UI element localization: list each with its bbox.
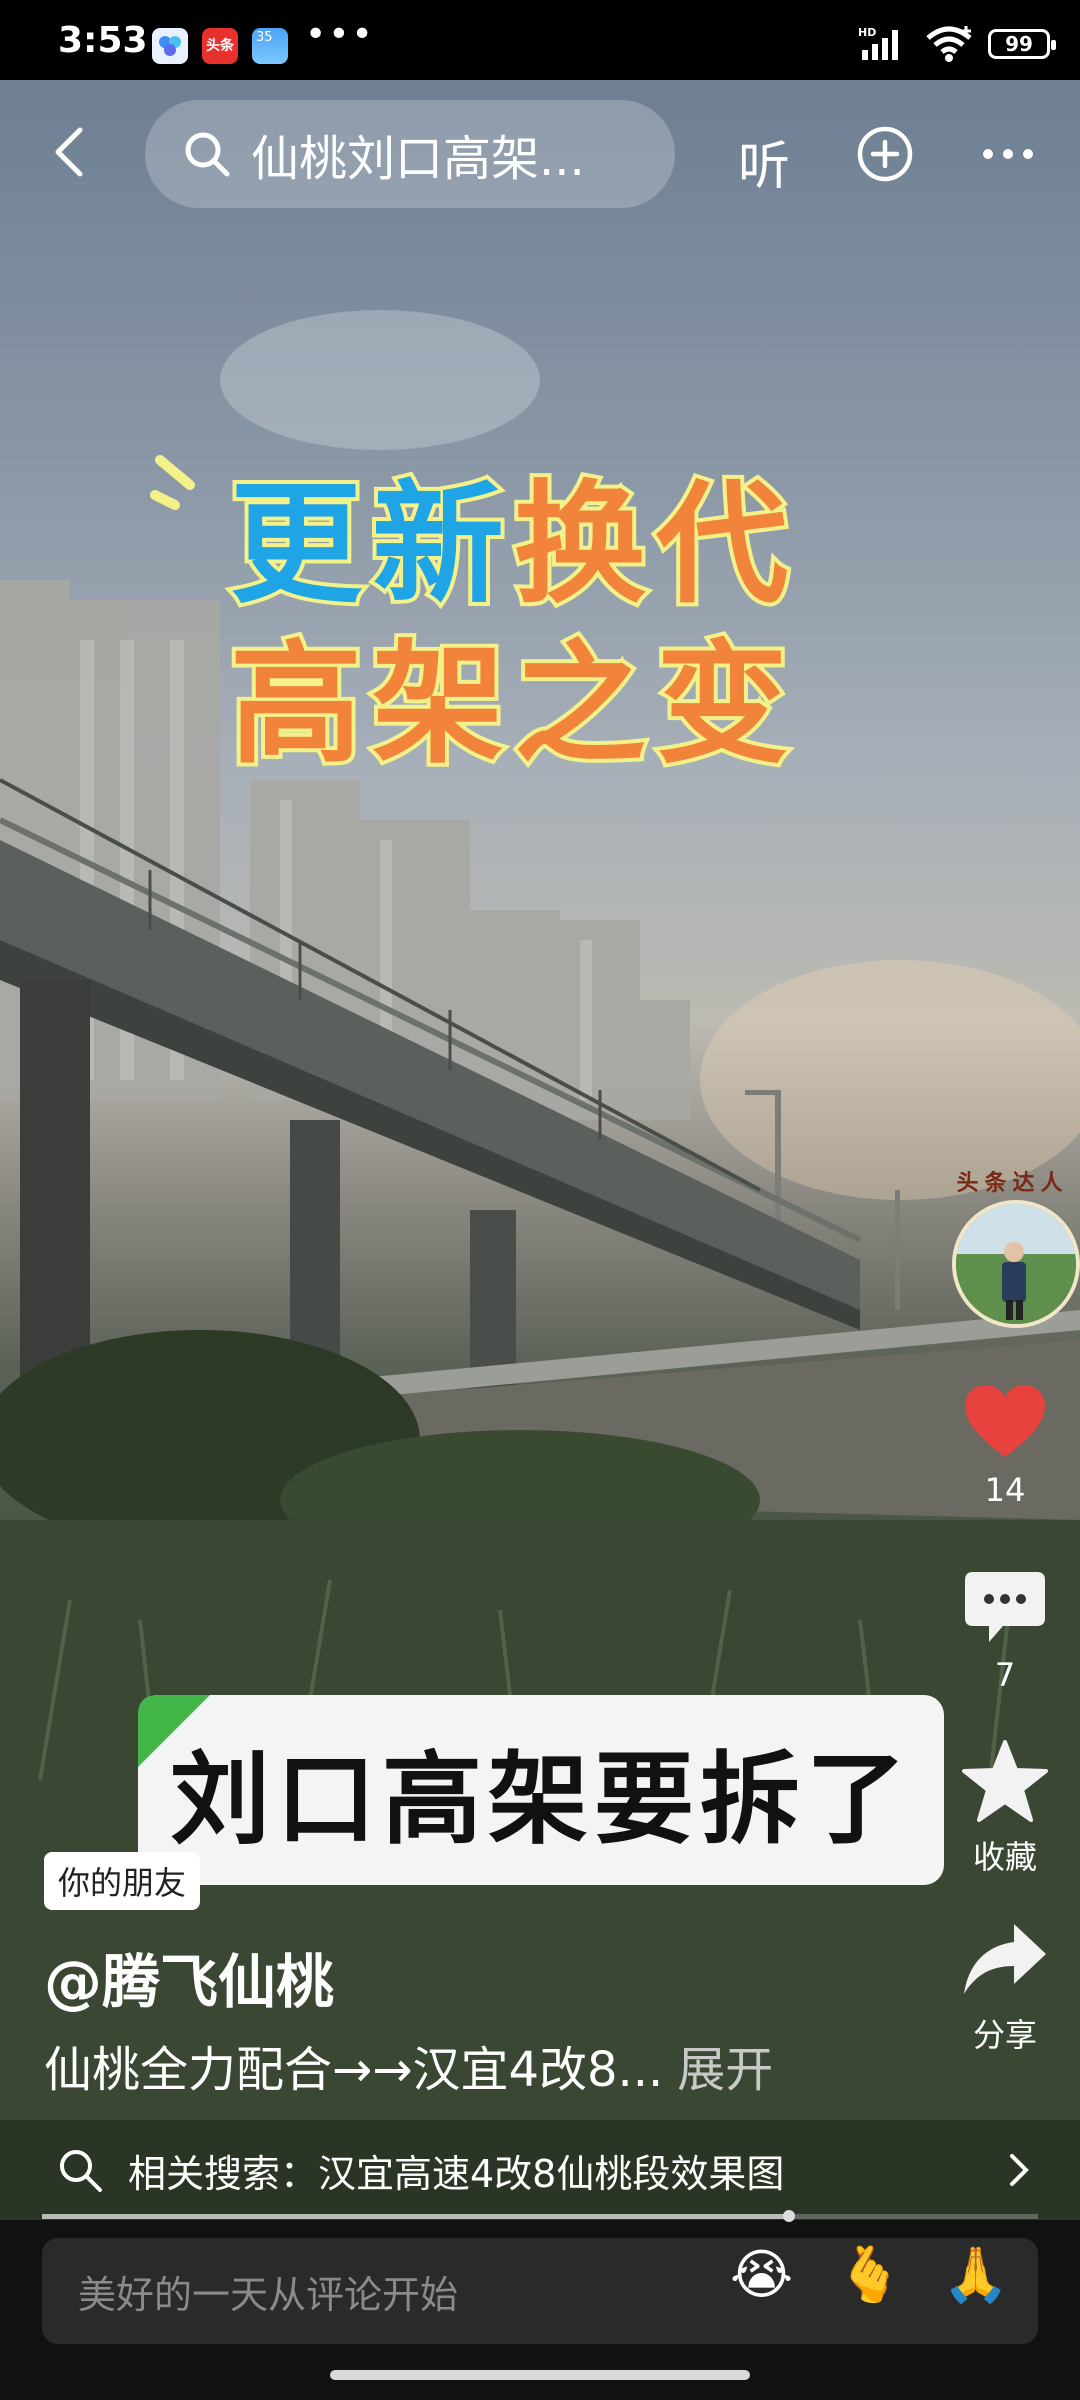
wifi-icon [926,26,972,62]
battery-indicator: 99 [988,29,1056,59]
search-bar[interactable]: 仙桃刘口高架... [145,100,675,208]
title-blue-part: 更新 [226,464,514,626]
comment-icon [965,1572,1045,1642]
chevron-right-icon [1010,2154,1029,2186]
weather-icon: 35 [252,28,288,64]
crying-emoji-icon[interactable]: 😭 [730,2244,793,2306]
bottom-comment-area: 美好的一天从评论开始 😭 🫰 🙏 [0,2220,1080,2400]
like-count: 14 [984,1471,1026,1509]
favorite-button[interactable]: 收藏 [930,1740,1080,1878]
status-time: 3:53 [58,20,148,61]
friend-tag: 你的朋友 [44,1852,201,1910]
heart-icon [965,1385,1045,1457]
title-line-1: 更新换代 [226,464,930,626]
status-right: HD 99 [858,24,1056,64]
share-label: 分享 [972,2016,1037,2054]
sparkle-mark [150,455,195,510]
video-title-overlay: 更新换代 高架之变 [226,464,930,786]
progress-knob[interactable] [783,2210,795,2222]
title-line-2: 高架之变 [226,624,930,786]
video-caption: 刘口高架要拆了 [170,1740,912,1858]
author-name[interactable]: @腾飞仙桃 [44,1935,334,2019]
pray-emoji-icon[interactable]: 🙏 [942,2244,1009,2306]
expand-link[interactable]: 展开 [677,2042,773,2098]
more-notifications-icon: ••• [305,14,375,55]
share-icon [964,1924,1046,1994]
status-bar: 3:53 头条 35 ••• HD 99 [0,0,1080,80]
video-progress-bar[interactable] [42,2210,1038,2222]
toutiao-icon: 头条 [202,28,238,64]
search-icon [60,2150,102,2192]
more-options-icon[interactable] [978,124,1038,184]
add-icon[interactable] [855,124,915,184]
home-indicator[interactable] [330,2370,750,2380]
search-icon [185,132,230,177]
related-search-bar[interactable]: 相关搜索：汉宜高速4改8仙桃段效果图 [0,2120,1080,2220]
author-avatar[interactable] [952,1200,1080,1328]
back-icon[interactable] [40,120,104,184]
favorite-label: 收藏 [972,1838,1037,1876]
finger-heart-emoji-icon[interactable]: 🫰 [836,2244,903,2306]
title-line-2-text: 高架之变 [226,624,798,786]
related-search-text: 相关搜索：汉宜高速4改8仙桃段效果图 [128,2151,785,2196]
caption-corner-decoration [138,1695,210,1767]
signal-icon: HD [858,26,898,60]
video-caption-card: 刘口高架要拆了 [138,1695,944,1885]
star-icon [962,1740,1048,1822]
search-query: 仙桃刘口高架... [251,131,585,187]
share-button[interactable]: 分享 [930,1920,1080,2056]
network-label: HD [858,26,876,39]
listen-button[interactable]: 听 [738,124,790,199]
title-orange-part: 换代 [510,464,798,626]
baidu-netdisk-icon [152,28,188,64]
comment-button[interactable]: 7 [930,1570,1080,1694]
description-text: 仙桃全力配合→→汉宜4改8... [44,2042,664,2098]
author-badge: 头条达人 [956,1171,1069,1196]
comment-placeholder: 美好的一天从评论开始 [78,2272,459,2317]
post-description[interactable]: 仙桃全力配合→→汉宜4改8... 展开 [44,2030,773,2100]
like-button[interactable]: 14 [930,1385,1080,1509]
comment-count: 7 [994,1656,1016,1694]
top-bar: 仙桃刘口高架... 听 [0,100,1080,210]
progress-fill [42,2214,789,2219]
